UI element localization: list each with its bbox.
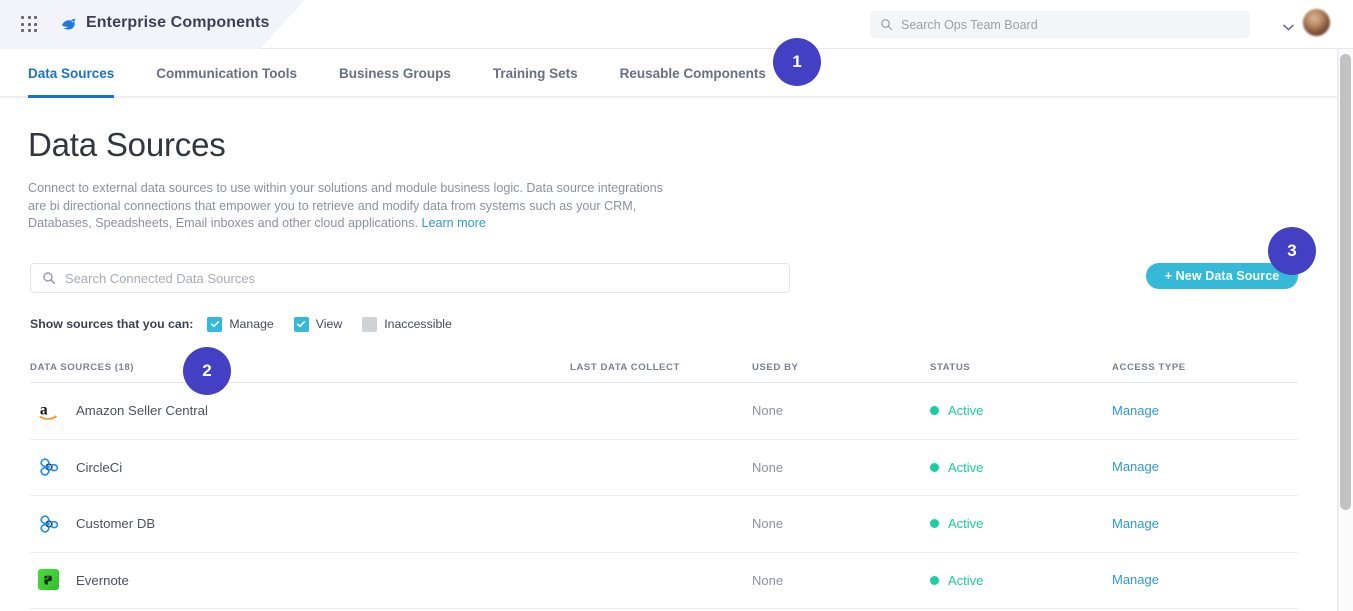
data-source-name: CircleCi bbox=[76, 460, 122, 475]
table-row[interactable]: CircleCi None Active Manage bbox=[30, 440, 1298, 497]
status-label: Active bbox=[948, 516, 983, 531]
filter-inaccessible[interactable]: Inaccessible bbox=[362, 317, 452, 332]
brand-bird-logo-icon bbox=[60, 16, 78, 34]
status-label: Active bbox=[948, 403, 983, 418]
cell-status: Active bbox=[930, 516, 1112, 531]
global-search-box[interactable] bbox=[870, 11, 1250, 38]
filter-manage[interactable]: Manage bbox=[207, 317, 273, 332]
annotation-badge-2: 2 bbox=[183, 347, 231, 395]
table-row[interactable]: Customer DB None Active Manage bbox=[30, 496, 1298, 553]
access-filter-group: Show sources that you can: Manage View bbox=[30, 315, 472, 333]
cell-used-by: None bbox=[752, 516, 930, 531]
cell-data-source-name: Evernote bbox=[30, 569, 570, 591]
manage-link[interactable]: Manage bbox=[1112, 572, 1159, 587]
page-title: Data Sources bbox=[28, 126, 226, 164]
search-icon bbox=[42, 271, 56, 285]
cell-status: Active bbox=[930, 573, 1112, 588]
data-source-search-box[interactable] bbox=[30, 263, 790, 293]
cell-status: Active bbox=[930, 460, 1112, 475]
data-source-name: Customer DB bbox=[76, 516, 155, 531]
cell-data-source-name: CircleCi bbox=[30, 456, 570, 478]
evernote-logo-icon bbox=[38, 569, 60, 591]
cell-data-source-name: a Amazon Seller Central bbox=[30, 400, 570, 422]
learn-more-link[interactable]: Learn more bbox=[421, 216, 485, 230]
circleci-logo-icon bbox=[38, 513, 60, 535]
filter-group-label: Show sources that you can: bbox=[30, 317, 193, 331]
vertical-scrollbar-thumb[interactable] bbox=[1340, 54, 1351, 510]
filter-manage-label: Manage bbox=[229, 317, 273, 331]
cell-access-type: Manage bbox=[1112, 571, 1298, 589]
search-icon bbox=[880, 18, 893, 31]
cell-used-by: None bbox=[752, 403, 930, 418]
tab-bar: Data Sources Communication Tools Busines… bbox=[0, 49, 1353, 98]
tab-list: Data Sources Communication Tools Busines… bbox=[28, 49, 808, 98]
filter-view-label: View bbox=[316, 317, 342, 331]
column-header-used-by: USED BY bbox=[752, 362, 930, 373]
page-description: Connect to external data sources to use … bbox=[28, 180, 678, 233]
filter-inaccessible-label: Inaccessible bbox=[384, 317, 452, 331]
status-dot-icon bbox=[930, 406, 939, 415]
page-description-text: Connect to external data sources to use … bbox=[28, 181, 663, 230]
checkbox-manage[interactable] bbox=[207, 317, 222, 332]
user-avatar[interactable] bbox=[1303, 9, 1330, 36]
cell-status: Active bbox=[930, 403, 1112, 418]
apps-grid-icon[interactable] bbox=[21, 16, 39, 34]
tab-training-sets[interactable]: Training Sets bbox=[493, 49, 578, 98]
table-row[interactable]: a Amazon Seller Central None Active Mana… bbox=[30, 383, 1298, 440]
check-icon bbox=[210, 319, 220, 329]
filter-view[interactable]: View bbox=[294, 317, 342, 332]
global-search-input[interactable] bbox=[893, 18, 1250, 32]
column-header-last-data-collect: LAST DATA COLLECT bbox=[570, 362, 752, 373]
top-bar: Enterprise Components bbox=[0, 0, 1353, 49]
column-header-status: STATUS bbox=[930, 362, 1112, 373]
circleci-logo-icon bbox=[38, 456, 60, 478]
brand-title: Enterprise Components bbox=[86, 14, 269, 32]
cell-access-type: Manage bbox=[1112, 458, 1298, 476]
manage-link[interactable]: Manage bbox=[1112, 403, 1159, 418]
data-source-search-input[interactable] bbox=[56, 271, 789, 286]
cell-access-type: Manage bbox=[1112, 515, 1298, 533]
checkbox-inaccessible[interactable] bbox=[362, 317, 377, 332]
amazon-logo-icon: a bbox=[38, 400, 60, 422]
tab-communication-tools[interactable]: Communication Tools bbox=[156, 49, 297, 98]
application-window: Enterprise Components Data Sources Commu… bbox=[0, 0, 1353, 611]
cell-used-by: None bbox=[752, 573, 930, 588]
column-header-data-sources: DATA SOURCES (18) bbox=[30, 362, 570, 373]
tab-business-groups[interactable]: Business Groups bbox=[339, 49, 451, 98]
status-dot-icon bbox=[930, 576, 939, 585]
cell-data-source-name: Customer DB bbox=[30, 513, 570, 535]
cell-used-by: None bbox=[752, 460, 930, 475]
status-dot-icon bbox=[930, 463, 939, 472]
chevron-down-icon[interactable] bbox=[1283, 18, 1294, 25]
cell-access-type: Manage bbox=[1112, 402, 1298, 420]
svg-text:a: a bbox=[40, 401, 48, 418]
annotation-badge-3: 3 bbox=[1268, 227, 1316, 275]
data-source-name: Evernote bbox=[76, 573, 129, 588]
manage-link[interactable]: Manage bbox=[1112, 459, 1159, 474]
status-label: Active bbox=[948, 460, 983, 475]
manage-link[interactable]: Manage bbox=[1112, 516, 1159, 531]
column-header-access-type: ACCESS TYPE bbox=[1112, 362, 1298, 373]
annotation-badge-1: 1 bbox=[773, 38, 821, 86]
table-row[interactable]: Evernote None Active Manage bbox=[30, 553, 1298, 610]
status-label: Active bbox=[948, 573, 983, 588]
tab-data-sources[interactable]: Data Sources bbox=[28, 49, 114, 98]
status-dot-icon bbox=[930, 519, 939, 528]
data-sources-table: DATA SOURCES (18) LAST DATA COLLECT USED… bbox=[30, 353, 1298, 609]
tab-reusable-components[interactable]: Reusable Components bbox=[620, 49, 766, 98]
data-source-name: Amazon Seller Central bbox=[76, 403, 208, 418]
check-icon bbox=[296, 319, 306, 329]
checkbox-view[interactable] bbox=[294, 317, 309, 332]
